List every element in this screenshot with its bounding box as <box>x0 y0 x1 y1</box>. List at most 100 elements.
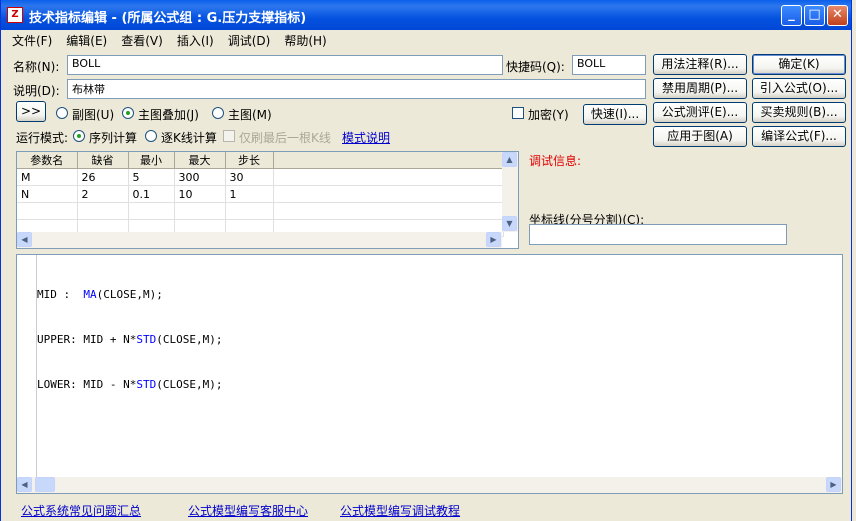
param-step[interactable]: 30 <box>225 168 274 186</box>
app-icon: Z <box>7 7 23 23</box>
description-label: 说明(D): <box>13 84 60 98</box>
param-step[interactable] <box>225 202 274 220</box>
close-icon[interactable]: ✕ <box>827 5 848 26</box>
col-header[interactable]: 缺省 <box>77 152 129 169</box>
col-header-blank <box>273 152 503 169</box>
formula-editor-window: Z 技术指标编辑 - (所属公式组 : G.压力支撑指标) _ □ ✕ 文件(F… <box>0 0 852 521</box>
code-editor[interactable]: MID : MA(CLOSE,M); UPPER: MID + N*STD(CL… <box>16 254 843 494</box>
param-name[interactable] <box>17 202 78 220</box>
run-mode-label: 运行模式: <box>16 131 69 145</box>
description-field[interactable]: 布林带 <box>67 79 646 99</box>
menu-view[interactable]: 查看(V) <box>114 30 170 49</box>
disable-period-button[interactable]: 禁用周期(P)... <box>653 78 747 99</box>
param-max[interactable]: 300 <box>174 168 226 186</box>
scroll-right-icon[interactable]: ▶ <box>826 477 841 492</box>
code-line: UPPER: MID + N*STD(CLOSE,M); <box>37 332 222 347</box>
debug-tutorial-link[interactable]: 公式模型编写调试教程 <box>340 502 460 519</box>
editor-gutter <box>17 255 37 479</box>
code-text-part: (CLOSE,M); <box>96 288 163 301</box>
editor-horizontal-scrollbar[interactable]: ◀ ▶ <box>17 477 842 493</box>
radio-sub-chart-label: 副图(U) <box>72 108 115 122</box>
param-min[interactable]: 0.1 <box>128 185 175 203</box>
maximize-icon[interactable]: □ <box>804 5 825 26</box>
param-default[interactable]: 26 <box>77 168 129 186</box>
formula-test-button[interactable]: 公式测评(E)... <box>653 102 747 123</box>
code-text[interactable]: MID : MA(CLOSE,M); UPPER: MID + N*STD(CL… <box>37 257 222 422</box>
only-last-kline-checkbox <box>223 130 235 142</box>
code-function: STD <box>136 378 157 391</box>
scroll-right-icon[interactable]: ▶ <box>486 232 501 247</box>
scroll-left-icon[interactable]: ◀ <box>17 232 32 247</box>
param-step[interactable]: 1 <box>225 185 274 203</box>
col-header[interactable]: 参数名 <box>17 152 78 169</box>
param-max[interactable] <box>174 202 226 220</box>
radio-main-chart-label: 主图(M) <box>228 108 272 122</box>
code-function: MA <box>83 288 97 301</box>
menu-file[interactable]: 文件(F) <box>5 30 59 49</box>
scroll-thumb[interactable] <box>35 477 55 492</box>
usage-notes-button[interactable]: 用法注释(R)... <box>653 54 747 75</box>
table-row[interactable]: M 26 5 300 30 <box>17 168 504 186</box>
code-text-part: (CLOSE,M); <box>156 378 223 391</box>
table-cell-blank <box>273 202 504 220</box>
scroll-up-icon[interactable]: ▲ <box>502 152 517 167</box>
menu-bar: 文件(F) 编辑(E) 查看(V) 插入(I) 调试(D) 帮助(H) <box>1 30 851 49</box>
shortcut-field[interactable]: BOLL <box>572 55 646 75</box>
code-text-part: (CLOSE,M); <box>156 333 223 346</box>
mode-description-link[interactable]: 模式说明 <box>342 129 390 146</box>
code-text-part: LOWER: MID - N* <box>37 378 137 391</box>
scroll-left-icon[interactable]: ◀ <box>17 477 32 492</box>
code-text-part: UPPER: MID + N* <box>37 333 137 346</box>
minimize-icon[interactable]: _ <box>781 5 802 26</box>
parameter-table: 参数名 缺省 最小 最大 步长 M 26 5 300 30 N 2 0.1 10… <box>16 151 519 249</box>
col-header[interactable]: 最小 <box>128 152 175 169</box>
import-formula-button[interactable]: 引入公式(O)... <box>752 78 846 99</box>
radio-sub-chart[interactable] <box>56 107 68 119</box>
fast-button[interactable]: 快速(I)... <box>583 104 647 125</box>
code-function: STD <box>136 333 157 346</box>
radio-sequence-calc[interactable] <box>73 130 85 142</box>
window-title: 技术指标编辑 - (所属公式组 : G.压力支撑指标) <box>29 11 307 26</box>
only-last-kline-label: 仅刷最后一根K线 <box>239 131 331 145</box>
param-default[interactable] <box>77 202 129 220</box>
radio-main-overlay-label: 主图叠加(J) <box>138 108 199 122</box>
title-bar[interactable]: Z 技术指标编辑 - (所属公式组 : G.压力支撑指标) _ □ ✕ <box>1 0 851 30</box>
expand-button[interactable]: >> <box>16 101 46 122</box>
code-text-part: MID : <box>37 288 84 301</box>
table-row[interactable]: N 2 0.1 10 1 <box>17 185 504 203</box>
radio-main-overlay[interactable] <box>122 107 134 119</box>
param-name[interactable]: N <box>17 185 78 203</box>
coordinate-lines-field[interactable] <box>529 224 787 245</box>
compile-formula-button[interactable]: 编译公式(F)... <box>752 126 846 147</box>
support-center-link[interactable]: 公式模型编写客服中心 <box>188 502 308 519</box>
table-cell-blank <box>273 168 504 186</box>
radio-sequence-calc-label: 序列计算 <box>89 131 138 145</box>
code-line: LOWER: MID - N*STD(CLOSE,M); <box>37 377 222 392</box>
radio-main-chart[interactable] <box>212 107 224 119</box>
encrypt-checkbox[interactable] <box>512 107 524 119</box>
name-field[interactable]: BOLL <box>67 55 503 75</box>
ok-button[interactable]: 确定(K) <box>752 54 846 75</box>
col-header[interactable]: 最大 <box>174 152 226 169</box>
code-line: MID : MA(CLOSE,M); <box>37 287 222 302</box>
shortcut-label: 快捷码(Q): <box>506 60 565 74</box>
menu-debug[interactable]: 调试(D) <box>221 30 278 49</box>
param-default[interactable]: 2 <box>77 185 129 203</box>
table-horizontal-scrollbar[interactable]: ◀ ▶ <box>17 232 502 248</box>
table-vertical-scrollbar[interactable]: ▲ ▼ <box>502 152 518 232</box>
table-header-row: 参数名 缺省 最小 最大 步长 <box>17 152 503 169</box>
menu-insert[interactable]: 插入(I) <box>170 30 221 49</box>
table-row[interactable] <box>17 202 504 220</box>
apply-to-chart-button[interactable]: 应用于图(A) <box>653 126 747 147</box>
param-min[interactable]: 5 <box>128 168 175 186</box>
param-name[interactable]: M <box>17 168 78 186</box>
param-max[interactable]: 10 <box>174 185 226 203</box>
param-min[interactable] <box>128 202 175 220</box>
col-header[interactable]: 步长 <box>225 152 274 169</box>
menu-help[interactable]: 帮助(H) <box>277 30 333 49</box>
radio-kline-calc[interactable] <box>145 130 157 142</box>
faq-link[interactable]: 公式系统常见问题汇总 <box>21 502 141 519</box>
trade-rules-button[interactable]: 买卖规则(B)... <box>752 102 846 123</box>
scroll-down-icon[interactable]: ▼ <box>502 216 517 231</box>
menu-edit[interactable]: 编辑(E) <box>59 30 114 49</box>
